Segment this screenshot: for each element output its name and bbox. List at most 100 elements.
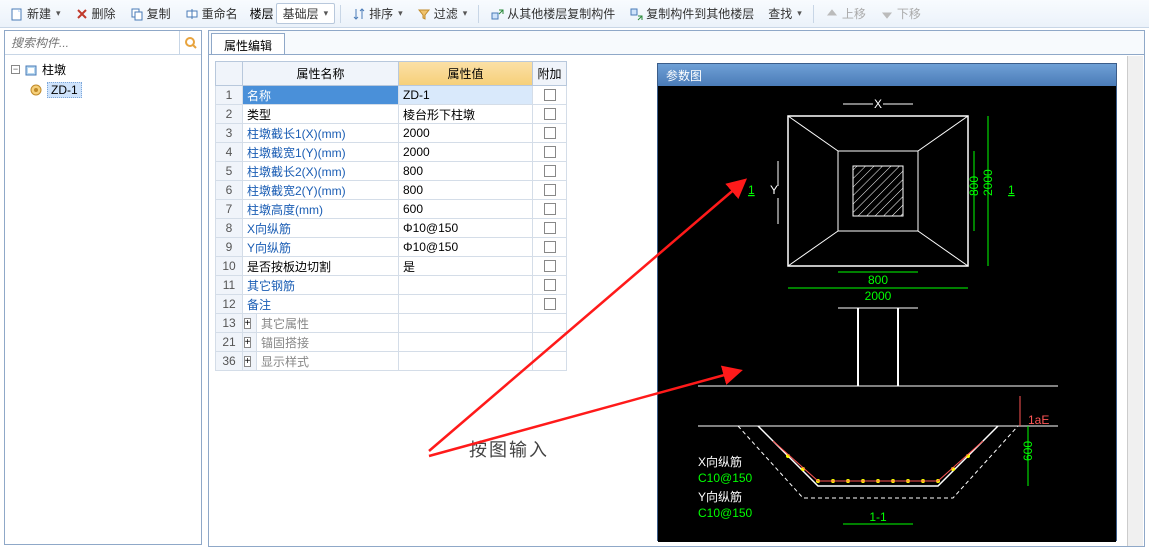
property-row[interactable]: 4柱墩截宽1(Y)(mm)2000: [215, 143, 567, 162]
property-value[interactable]: [399, 314, 533, 333]
delete-button[interactable]: 删除: [69, 2, 122, 25]
property-row[interactable]: 9Y向纵筋Φ10@150: [215, 238, 567, 257]
checkbox[interactable]: [544, 203, 556, 215]
property-row[interactable]: 3柱墩截长1(X)(mm)2000: [215, 124, 567, 143]
tab-properties[interactable]: 属性编辑: [211, 33, 285, 54]
filter-button[interactable]: 过滤: [411, 2, 474, 25]
property-extra[interactable]: [533, 276, 567, 295]
property-value[interactable]: [399, 352, 533, 371]
property-extra[interactable]: [533, 219, 567, 238]
property-extra[interactable]: [533, 238, 567, 257]
svg-text:C10@150: C10@150: [698, 506, 753, 520]
checkbox[interactable]: [544, 279, 556, 291]
property-extra[interactable]: [533, 181, 567, 200]
property-row[interactable]: 21+锚固搭接: [215, 333, 567, 352]
copy-from-layer-button[interactable]: 从其他楼层复制构件: [484, 2, 621, 25]
property-row[interactable]: 11其它钢筋: [215, 276, 567, 295]
property-extra[interactable]: [533, 143, 567, 162]
property-extra[interactable]: [533, 162, 567, 181]
checkbox[interactable]: [544, 108, 556, 120]
diagram-title: 参数图: [658, 64, 1116, 86]
property-value[interactable]: 2000: [399, 143, 533, 162]
property-value[interactable]: 800: [399, 162, 533, 181]
property-name: 其它属性: [257, 314, 399, 333]
expand-icon[interactable]: +: [244, 356, 252, 367]
property-value[interactable]: 是: [399, 257, 533, 276]
property-row[interactable]: 8X向纵筋Φ10@150: [215, 219, 567, 238]
property-row[interactable]: 10是否按板边切割是: [215, 257, 567, 276]
property-extra[interactable]: [533, 333, 567, 352]
copy-button[interactable]: 复制: [124, 2, 177, 25]
property-value[interactable]: 800: [399, 181, 533, 200]
tree-child-label: ZD-1: [47, 82, 82, 98]
search-button[interactable]: [179, 31, 201, 54]
property-row[interactable]: 6柱墩截宽2(Y)(mm)800: [215, 181, 567, 200]
checkbox[interactable]: [544, 165, 556, 177]
expand-icon[interactable]: +: [244, 337, 252, 348]
property-row[interactable]: 12备注: [215, 295, 567, 314]
search-input[interactable]: [5, 31, 179, 54]
find-button[interactable]: 查找: [762, 2, 808, 25]
new-button[interactable]: 新建: [4, 2, 67, 25]
property-name: 其它钢筋: [243, 276, 399, 295]
property-row[interactable]: 7柱墩高度(mm)600: [215, 200, 567, 219]
property-row[interactable]: 2类型棱台形下柱墩: [215, 105, 567, 124]
main-toolbar: 新建 删除 复制 重命名 楼层 基础层 排序 过滤 从其他楼层复制构件 复制构件…: [0, 0, 1149, 28]
layer-select[interactable]: 基础层: [276, 3, 336, 24]
tree-child-node[interactable]: ZD-1: [29, 80, 195, 100]
checkbox[interactable]: [544, 222, 556, 234]
svg-text:800: 800: [967, 176, 981, 196]
property-extra[interactable]: [533, 295, 567, 314]
property-value[interactable]: [399, 276, 533, 295]
component-tree: − 柱墩 ZD-1: [5, 55, 201, 104]
checkbox[interactable]: [544, 298, 556, 310]
copy-to-layer-button[interactable]: 复制构件到其他楼层: [623, 2, 760, 25]
move-up-button: 上移: [819, 2, 872, 25]
property-extra[interactable]: [533, 352, 567, 371]
property-extra[interactable]: [533, 105, 567, 124]
property-row[interactable]: 13+其它属性: [215, 314, 567, 333]
property-extra[interactable]: [533, 314, 567, 333]
checkbox[interactable]: [544, 241, 556, 253]
rename-button[interactable]: 重命名: [179, 2, 244, 25]
property-row[interactable]: 5柱墩截长2(X)(mm)800: [215, 162, 567, 181]
property-value[interactable]: 2000: [399, 124, 533, 143]
vertical-scrollbar[interactable]: [1127, 56, 1143, 546]
component-icon: [29, 83, 43, 97]
checkbox[interactable]: [544, 260, 556, 272]
property-value[interactable]: Φ10@150: [399, 238, 533, 257]
property-extra[interactable]: [533, 86, 567, 105]
expand-icon[interactable]: +: [244, 318, 252, 329]
property-extra[interactable]: [533, 257, 567, 276]
collapse-icon[interactable]: −: [11, 65, 20, 74]
property-row[interactable]: 36+显示样式: [215, 352, 567, 371]
sort-button[interactable]: 排序: [346, 2, 409, 25]
checkbox[interactable]: [544, 184, 556, 196]
tree-root-node[interactable]: − 柱墩: [11, 59, 195, 80]
property-extra[interactable]: [533, 124, 567, 143]
property-value[interactable]: 棱台形下柱墩: [399, 105, 533, 124]
property-value[interactable]: Φ10@150: [399, 219, 533, 238]
col-header-value[interactable]: 属性值: [399, 61, 533, 86]
checkbox[interactable]: [544, 146, 556, 158]
checkbox[interactable]: [544, 127, 556, 139]
property-value[interactable]: [399, 295, 533, 314]
checkbox[interactable]: [544, 89, 556, 101]
property-name: 类型: [243, 105, 399, 124]
property-name: 备注: [243, 295, 399, 314]
svg-text:600: 600: [1021, 441, 1035, 461]
col-header-index: [215, 61, 243, 86]
property-name: 柱墩截宽2(Y)(mm): [243, 181, 399, 200]
property-value[interactable]: 600: [399, 200, 533, 219]
property-name: 柱墩截长1(X)(mm): [243, 124, 399, 143]
hint-text: 按图输入: [469, 436, 549, 462]
main-panel: 属性编辑 属性名称 属性值 附加 1名称ZD-12类型棱台形下柱墩3柱墩截长1(…: [208, 30, 1145, 547]
svg-text:800: 800: [868, 273, 888, 287]
col-header-extra: 附加: [533, 61, 567, 86]
property-row[interactable]: 1名称ZD-1: [215, 86, 567, 105]
property-value[interactable]: [399, 333, 533, 352]
property-extra[interactable]: [533, 200, 567, 219]
col-header-name: 属性名称: [243, 61, 399, 86]
property-name: 显示样式: [257, 352, 399, 371]
property-value[interactable]: ZD-1: [399, 86, 533, 105]
